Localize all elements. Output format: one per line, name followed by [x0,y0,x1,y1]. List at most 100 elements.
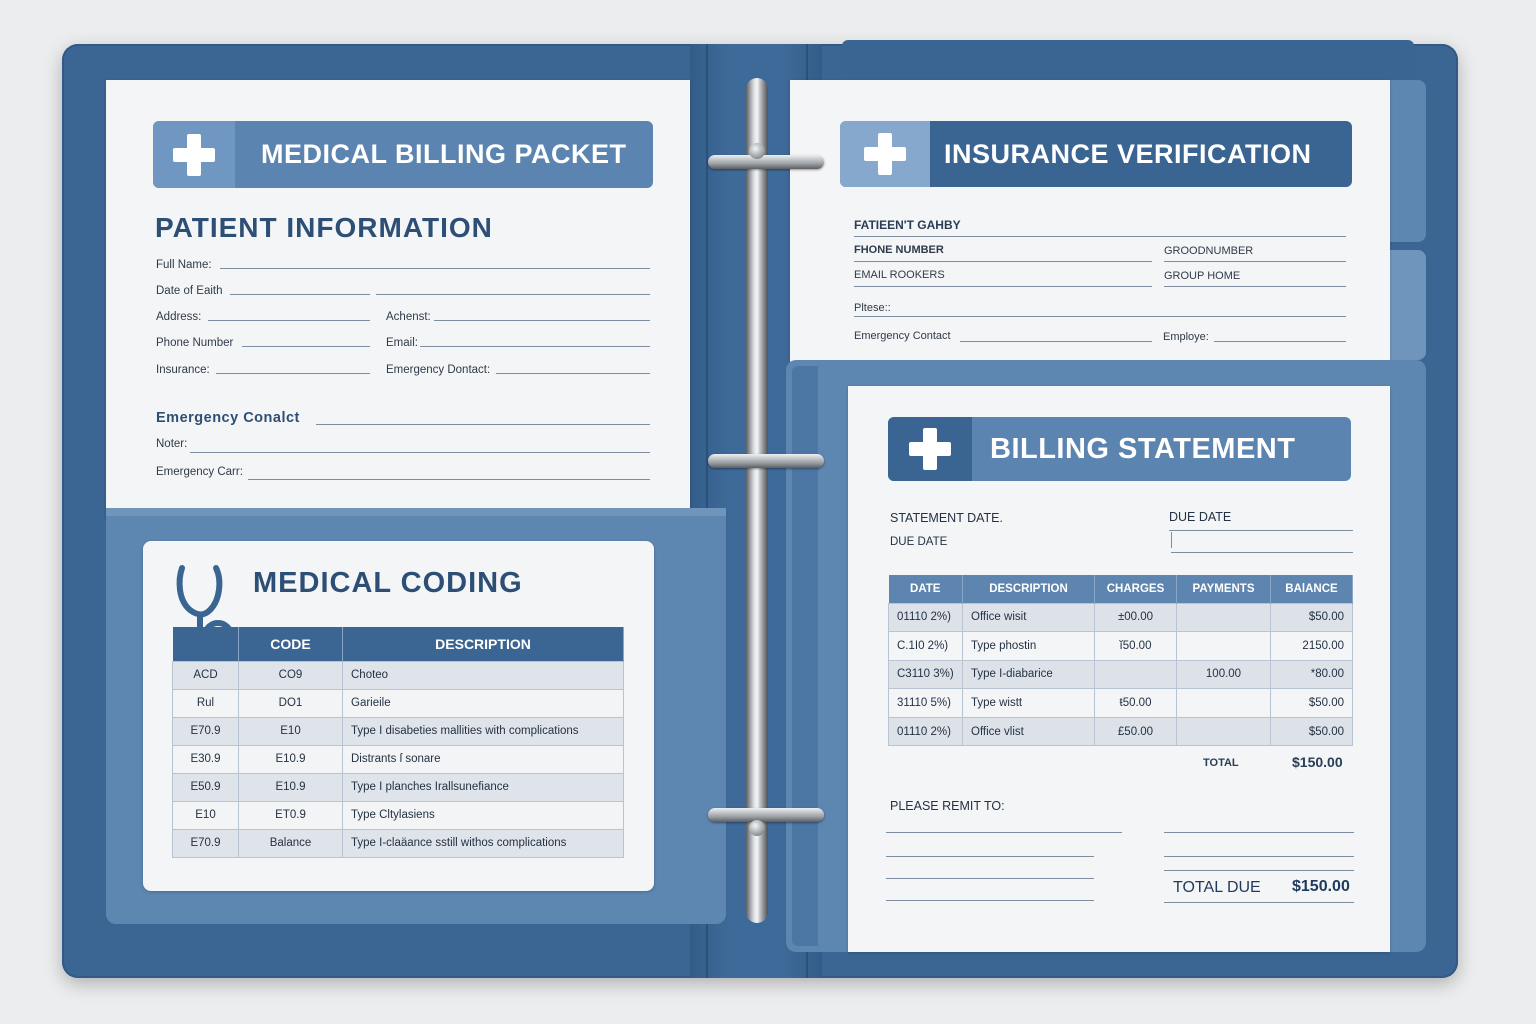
label-emergency-carr: Emergency Carr: [156,466,243,478]
label-noter: Noter: [156,438,188,450]
table-row: E10 ET0.9 Type Cltylasiens [172,800,624,830]
remit-line-4[interactable] [886,900,1094,901]
table-row: E70.9 Balance Type I-claäance sstill witho… [172,828,624,858]
table-row: E30.9 E10.9 Distrants ſ sonare [172,744,624,774]
left-pocket-edge [106,508,726,516]
input-insurance-phone[interactable] [854,261,1152,262]
cell: CO9 [238,660,343,690]
billing-col-date: DATE [888,575,963,603]
medical-cross-icon [888,417,972,481]
medical-cross-icon [153,121,235,188]
cell: Distrants ſ sonare [342,744,624,774]
input-dob-extra[interactable] [376,294,650,295]
cell: ĭ50.00 [1094,631,1177,661]
label-dob: Date of Eaith [156,285,223,297]
binder-ring-middle[interactable] [708,454,824,468]
divider-tab-2[interactable] [1388,250,1426,360]
label-achenst: Achenst: [386,311,431,323]
coding-col-code: CODE [238,627,343,661]
cell: $50.00 [1270,602,1353,633]
table-row: Rul DO1 Garieile [172,688,624,718]
billing-col-payments: PAYMENTS [1176,575,1271,603]
label-group-number: GROODNUMBER [1164,245,1254,257]
remit-line-right-4[interactable] [1164,902,1354,903]
label-address: Address: [156,311,202,323]
input-group-number[interactable] [1164,261,1346,262]
label-employe: Employe: [1163,331,1209,343]
label-full-name: Full Name: [156,259,212,271]
table-row: C3110 3%) Type I-diabarice 100.00 *80.00 [888,659,1353,690]
input-employe[interactable] [1214,341,1346,342]
input-achenst[interactable] [434,320,650,321]
label-statement-date: STATEMENT DATE. [890,511,1003,525]
label-insurance-email: EMAIL ROOKERS [854,269,945,281]
remit-line-1[interactable] [886,832,1122,833]
cell: E10.9 [238,744,343,774]
binder-rivet-top [749,143,765,159]
table-row: E70.9 E10 Type I disabeties mallities with… [172,716,624,746]
input-full-name[interactable] [220,268,650,269]
label-emergency-dontact: Emergency Dontact: [386,364,491,376]
input-insurance[interactable] [216,373,370,374]
input-group-home[interactable] [1164,286,1346,287]
table-row: 01110 2%) Office vlist £50.00 $50.00 [888,716,1353,747]
coding-table: CODE DESCRIPTION ACD CO9 Choteo Rul DO1 Gari… [172,627,624,858]
cell: *80.00 [1270,659,1353,690]
input-due-date-right[interactable] [1169,530,1353,531]
remit-line-2[interactable] [886,856,1094,857]
input-noter[interactable] [190,452,650,453]
remit-line-right-3[interactable] [1164,870,1354,871]
input-due-date-right-2[interactable] [1171,552,1353,553]
medical-cross-icon [840,121,930,187]
cell: Type Cltylasiens [342,800,624,830]
cell: E50.9 [172,772,239,802]
cell: 01110 2%) [888,716,963,747]
input-patient[interactable] [854,236,1346,237]
remit-line-3[interactable] [886,878,1094,879]
cell: E30.9 [172,744,239,774]
cell: 100.00 [1176,659,1271,690]
cell [1176,688,1271,718]
billing-col-balance: BAlANCE [1270,575,1353,603]
label-insurance: Insurance: [156,364,210,376]
input-email[interactable] [420,346,650,347]
billing-title: BILLING STATEMENT [990,432,1296,465]
input-emergency-dontact[interactable] [496,373,650,374]
remit-line-right-2[interactable] [1164,856,1354,857]
binder-rivet-bottom [749,820,765,836]
total-due-label: TOTAL DUE [1173,879,1261,896]
billing-table: DATE DESCRIPTION CHARGES PAYMENTS BAlANC… [888,575,1353,747]
remit-label: PLEASE REMIT TO: [890,799,1005,813]
table-row: C.1I0 2%) Type phostin ĭ50.00 2150.00 [888,631,1353,661]
cell: $50.00 [1270,688,1353,718]
label-insurance-phone: FHONE NUMBER [854,244,944,256]
label-phone: Phone Number [156,337,234,349]
input-insurance-email[interactable] [854,286,1152,287]
remit-line-right-1[interactable] [1164,832,1354,833]
table-row: E50.9 E10.9 Type I planches Irallsunefianc… [172,772,624,802]
input-phone[interactable] [242,346,370,347]
input-dob[interactable] [230,294,370,295]
input-address[interactable] [208,320,370,321]
cell: $50.00 [1270,716,1353,747]
label-email: Email: [386,337,418,349]
cell: E70.9 [172,828,239,858]
label-patient-gahby: FATIEEN'T GAHBY [854,218,961,232]
cell: ŧ50.00 [1094,688,1177,718]
cell: Office vlist [962,716,1095,747]
input-emergency-carr[interactable] [248,479,650,480]
binder-ring-top[interactable] [708,155,824,169]
binder-ring-bottom[interactable] [708,808,824,822]
label-due-date-left: DUE DATE [890,536,948,548]
cell [1094,659,1177,690]
label-group-home: GROUP HOME [1164,270,1241,282]
cell: £50.00 [1094,716,1177,747]
cell [1176,716,1271,747]
input-insurance-emergency[interactable] [960,341,1152,342]
cell: Type I-claäance sstill withos complicati… [342,828,624,858]
label-due-date-right: DUE DATE [1169,510,1232,524]
insurance-header: INSURANCE VERIFICATION [840,121,1352,187]
input-emergency-contact[interactable] [316,424,650,425]
input-pltese[interactable] [854,316,1346,317]
divider-tab-1[interactable] [1388,80,1426,242]
